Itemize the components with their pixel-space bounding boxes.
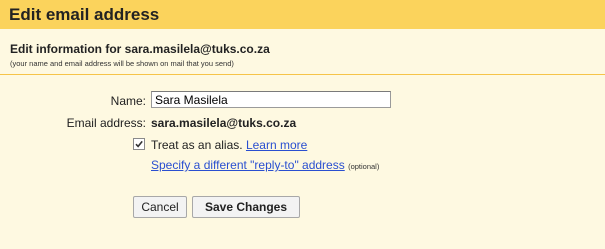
name-label: Name: <box>110 94 146 108</box>
dialog-subheader: Edit information for sara.masilela@tuks.… <box>0 37 605 75</box>
learn-more-link[interactable]: Learn more <box>246 138 307 152</box>
checkmark-icon <box>135 140 143 148</box>
alias-row: Treat as an alias. Learn more <box>151 138 307 152</box>
email-address-label: Email address: <box>66 116 146 130</box>
alias-label: Treat as an alias. <box>151 138 243 152</box>
cancel-button[interactable]: Cancel <box>133 196 187 218</box>
email-address-value: sara.masilela@tuks.co.za <box>151 116 297 130</box>
dialog-title: Edit email address <box>9 5 160 24</box>
reply-to-row: Specify a different "reply-to" address (… <box>151 158 379 172</box>
save-changes-button[interactable]: Save Changes <box>192 196 300 218</box>
optional-note: (optional) <box>348 162 380 171</box>
subheader-title: Edit information for sara.masilela@tuks.… <box>10 42 270 56</box>
reply-to-link[interactable]: Specify a different "reply-to" address <box>151 158 345 172</box>
dialog-titlebar: Edit email address <box>0 0 605 29</box>
edit-email-dialog: Edit email address Edit information for … <box>0 0 605 249</box>
name-input[interactable] <box>151 91 391 108</box>
subheader-note: (your name and email address will be sho… <box>10 59 234 68</box>
alias-checkbox[interactable] <box>133 138 145 150</box>
